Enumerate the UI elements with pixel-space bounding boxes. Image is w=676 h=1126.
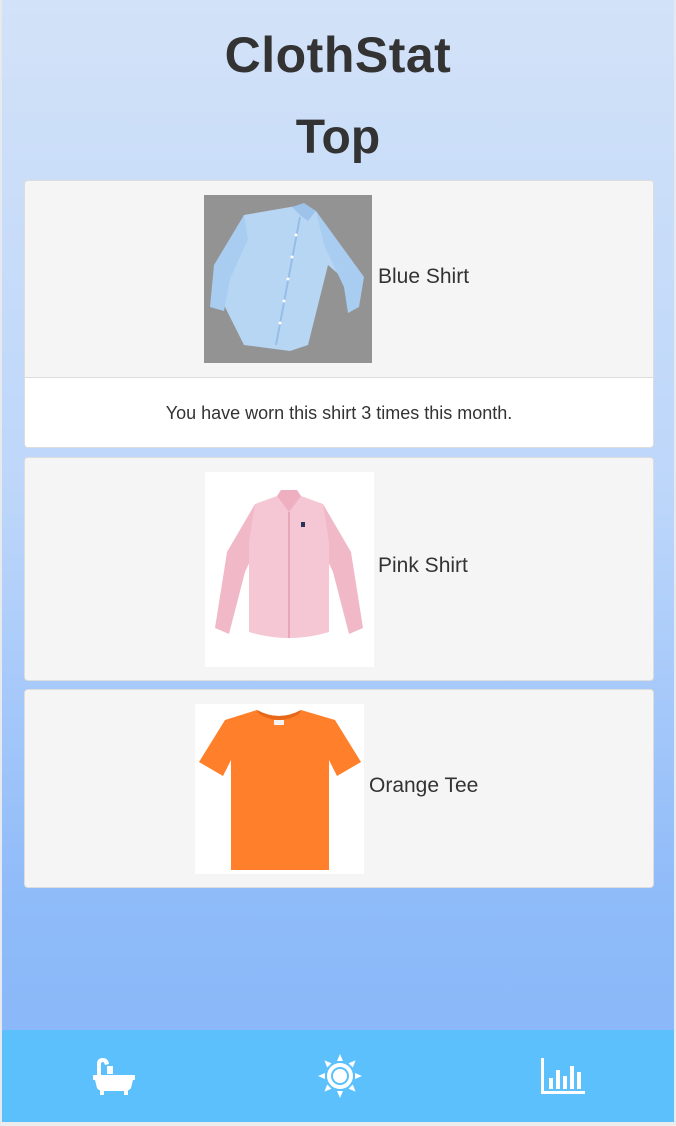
bar-chart-icon <box>541 1058 585 1094</box>
nav-chart-button[interactable] <box>539 1052 587 1100</box>
bathtub-icon <box>93 1058 135 1095</box>
card-header[interactable]: Pink Shirt <box>25 458 653 680</box>
item-name: Orange Tee <box>369 774 479 797</box>
wear-count-detail: You have worn this shirt 3 times this mo… <box>25 377 653 447</box>
sun-icon <box>318 1054 362 1098</box>
clothing-card-blue-shirt[interactable]: Blue Shirt You have worn this shirt 3 ti… <box>24 180 654 448</box>
orange-tee-image <box>195 704 364 874</box>
clothing-card-orange-tee[interactable]: Orange Tee <box>24 689 654 888</box>
nav-bathtub-button[interactable] <box>90 1052 138 1100</box>
card-header[interactable]: Orange Tee <box>25 690 653 887</box>
app-title: ClothStat <box>224 27 452 83</box>
blue-shirt-image <box>204 195 372 363</box>
app-screen: ClothStat Top Blue Shirt You have worn t… <box>0 0 676 1126</box>
item-name: Pink Shirt <box>378 554 468 577</box>
nav-sun-button[interactable] <box>316 1052 364 1100</box>
section-title: Top <box>295 111 381 164</box>
bottom-nav-bar <box>2 1030 674 1122</box>
card-header[interactable]: Blue Shirt <box>25 181 653 377</box>
clothing-card-pink-shirt[interactable]: Pink Shirt <box>24 457 654 681</box>
item-name: Blue Shirt <box>378 265 470 288</box>
pink-shirt-image <box>205 472 374 667</box>
